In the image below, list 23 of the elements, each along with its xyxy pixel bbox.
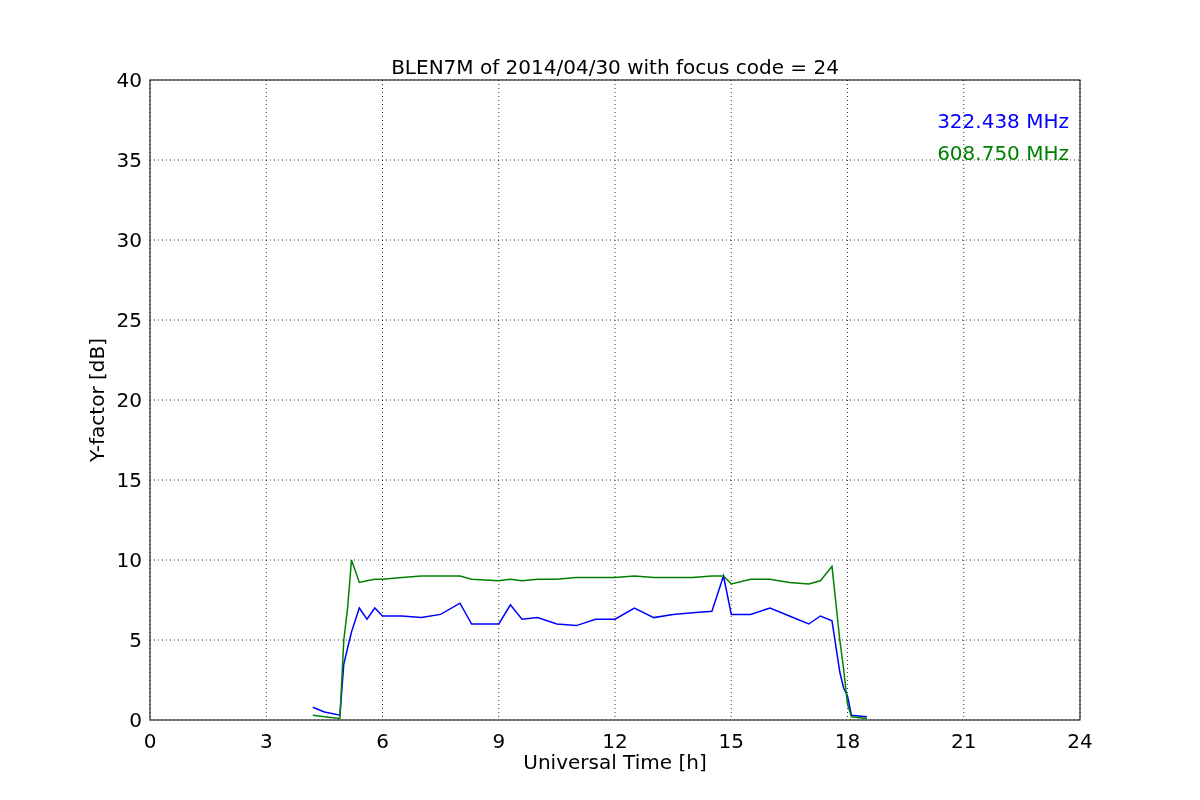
chart-title: BLEN7M of 2014/04/30 with focus code = 24: [391, 55, 839, 79]
tick-label: 35: [116, 148, 142, 172]
tick-label: 9: [492, 729, 506, 753]
tick-label: 30: [116, 228, 142, 252]
tick-label: 15: [116, 468, 142, 492]
tick-label: 20: [116, 388, 142, 412]
tick-label: 21: [951, 729, 977, 753]
legend-label: 608.750 MHz: [937, 141, 1069, 165]
tick-label: 0: [129, 708, 142, 732]
tick-label: 40: [116, 68, 142, 92]
tick-label: 15: [718, 729, 744, 753]
legend-label: 322.438 MHz: [937, 109, 1069, 133]
y-axis-label: Y-factor [dB]: [85, 338, 109, 462]
tick-label: 10: [116, 548, 142, 572]
tick-label: 3: [259, 729, 273, 753]
tick-label: 5: [129, 628, 142, 652]
tick-label: 12: [602, 729, 628, 753]
tick-label: 18: [834, 729, 861, 753]
tick-label: 0: [143, 729, 157, 753]
x-axis-label: Universal Time [h]: [523, 750, 707, 774]
tick-label: 25: [116, 308, 142, 332]
tick-label: 6: [376, 729, 389, 753]
tick-label: 24: [1067, 729, 1093, 753]
